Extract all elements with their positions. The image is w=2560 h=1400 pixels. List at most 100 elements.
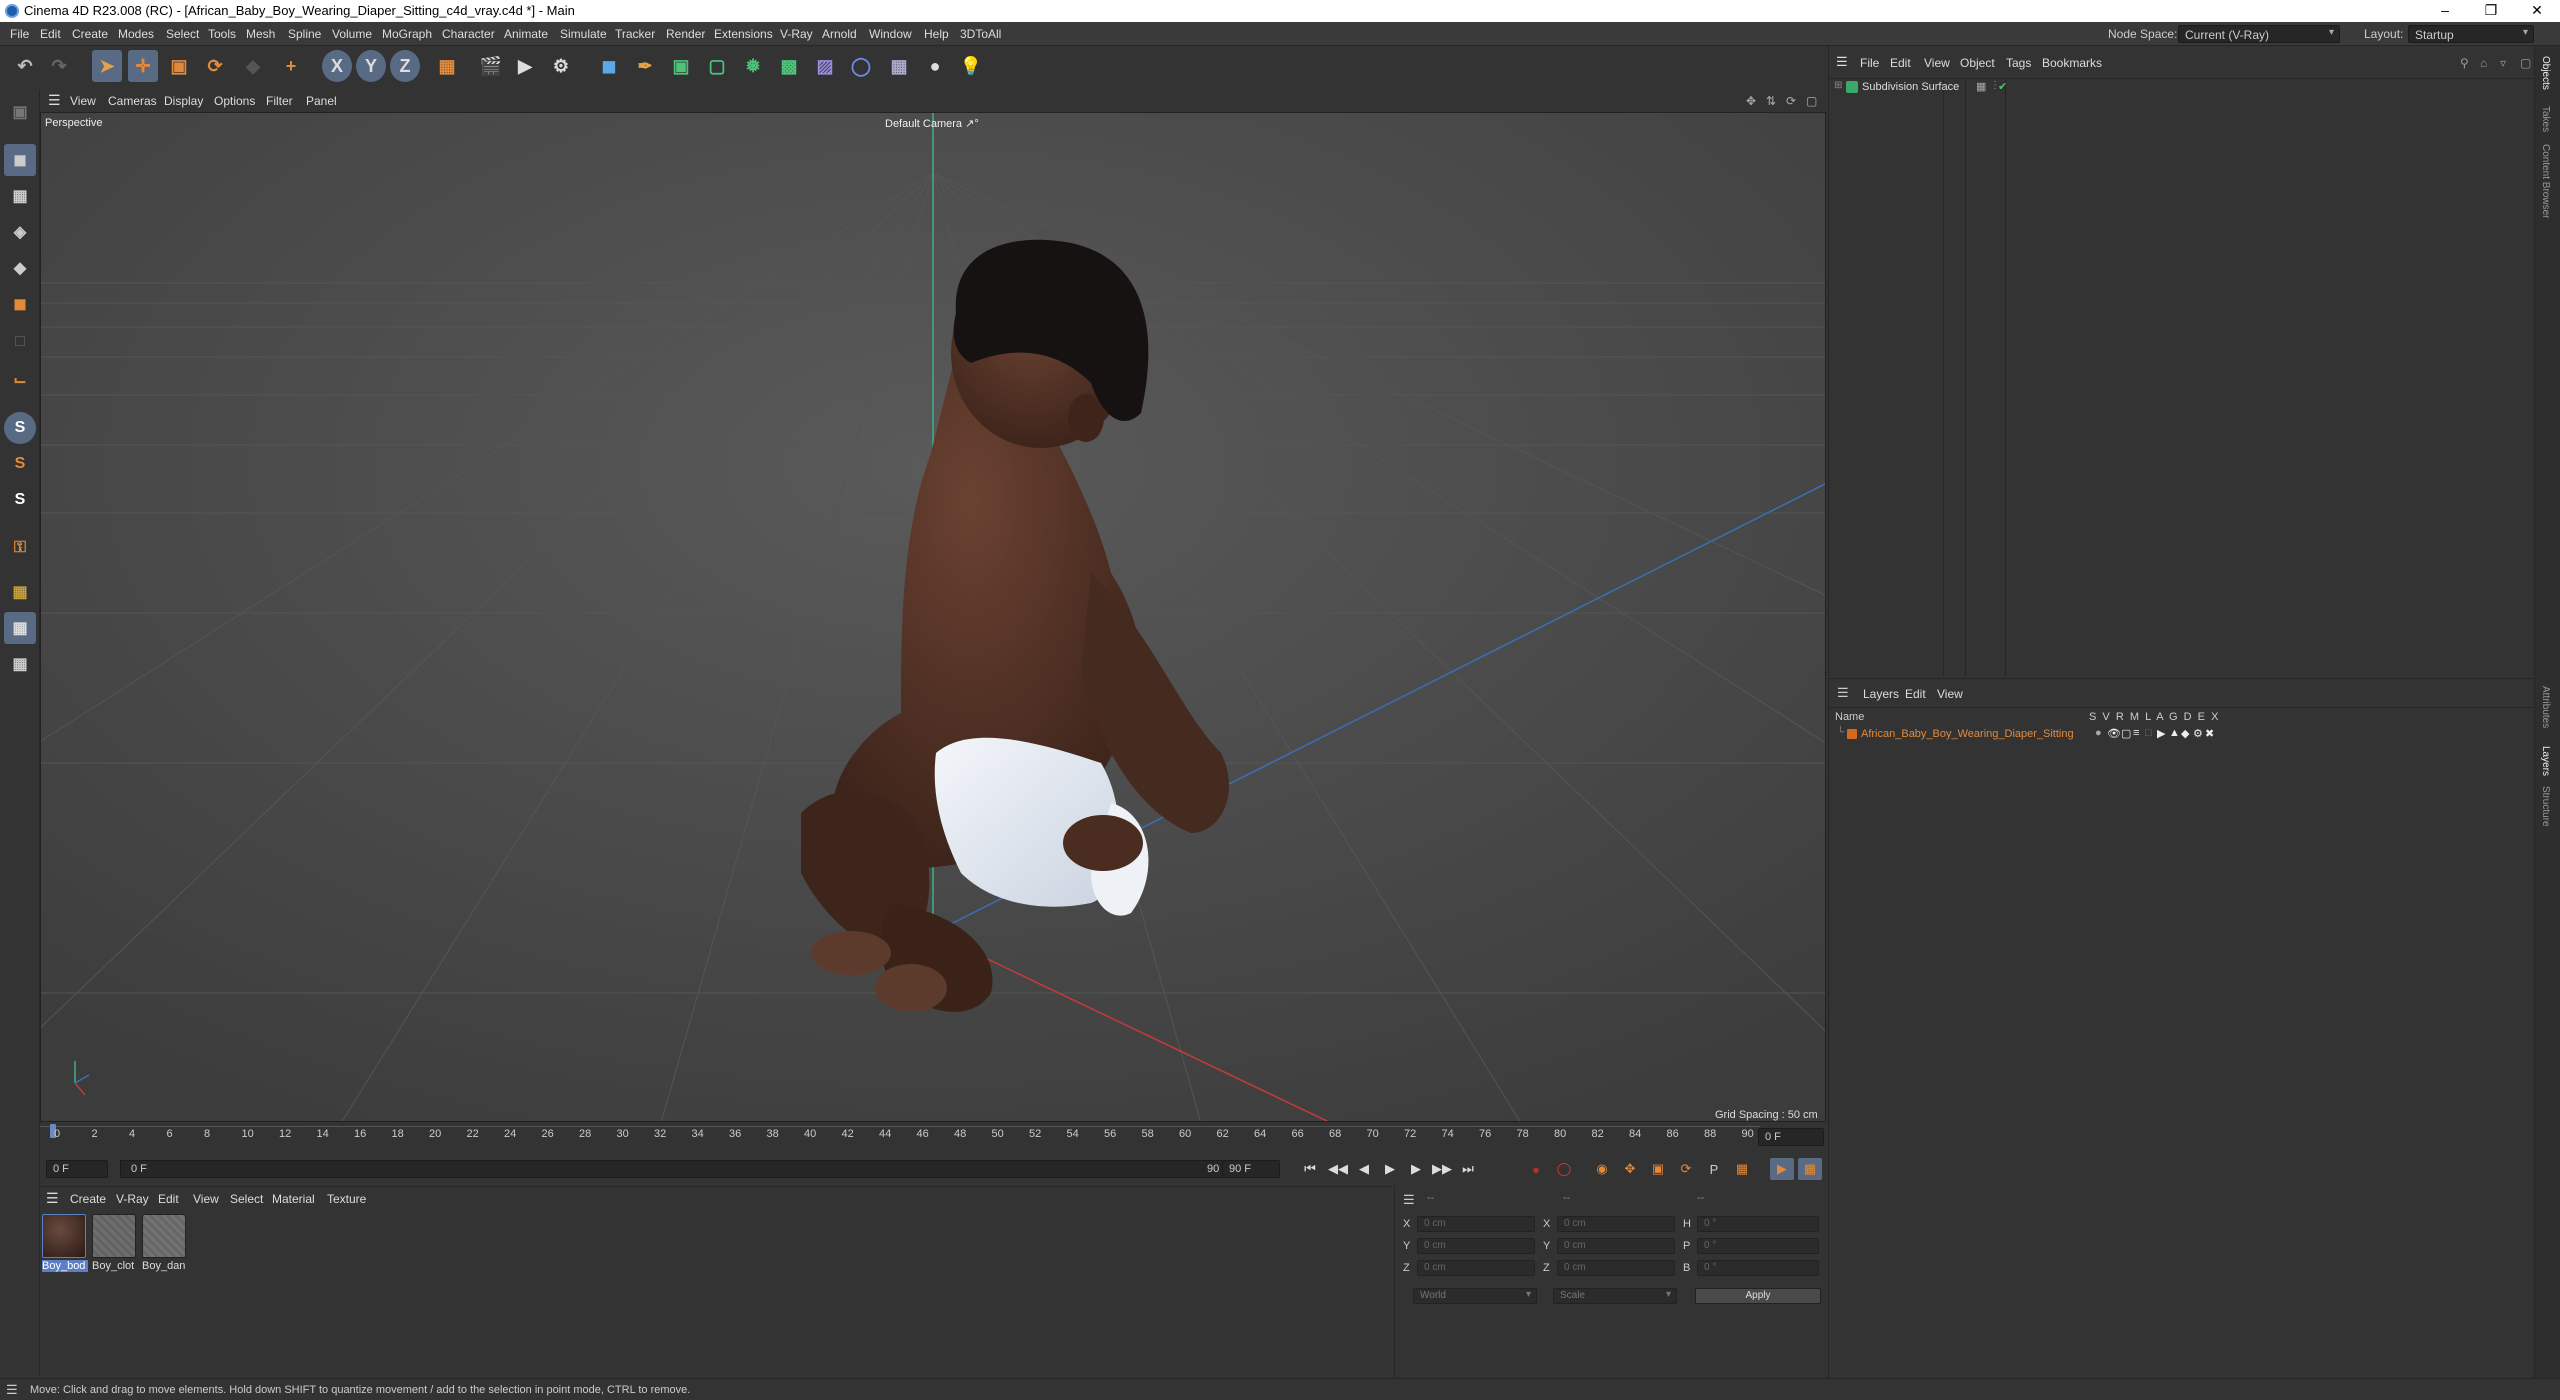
previous-key-icon[interactable]: ◀◀ [1326, 1158, 1350, 1180]
object-menu-view[interactable]: View [1924, 56, 1950, 70]
axis-mode-icon[interactable]: □ [4, 326, 36, 358]
coordinate-space-dropdown[interactable]: World ▾ [1413, 1288, 1537, 1304]
filter-icon[interactable]: ▿ [2500, 56, 2506, 70]
menu-simulate[interactable]: Simulate [560, 27, 607, 41]
size-z-field[interactable]: 0 cm [1557, 1260, 1675, 1276]
menu-arnold[interactable]: Arnold [822, 27, 857, 41]
layer-row[interactable]: └ African_Baby_Boy_Wearing_Diaper_Sittin… [1831, 727, 2531, 743]
camera-label[interactable]: Default Camera ↗° [885, 117, 979, 130]
extrude-icon[interactable]: ▢ [702, 50, 732, 82]
material-label-boy-clothes[interactable]: Boy_clot [92, 1260, 138, 1272]
object-row-subdivision-surface[interactable]: ⊞ Subdivision Surface ▦ ⋮ ✔ [1832, 80, 2532, 96]
object-menu-edit[interactable]: Edit [1890, 56, 1911, 70]
menu-tracker[interactable]: Tracker [615, 27, 655, 41]
start-frame-field[interactable]: 0 F [46, 1160, 108, 1178]
rotate-view-icon[interactable]: ⟳ [1786, 94, 1796, 108]
motion-recording-icon[interactable]: ▶ [1770, 1158, 1794, 1180]
move-icon[interactable]: ✛ [128, 50, 158, 82]
menu-character[interactable]: Character [442, 27, 495, 41]
rot-p-field[interactable]: 0 ° [1697, 1238, 1819, 1254]
material-label-boy-diaper[interactable]: Boy_dan [142, 1260, 188, 1272]
maximize-view-icon[interactable]: ▢ [1806, 94, 1817, 108]
scale-icon[interactable]: ▣ [164, 50, 194, 82]
subdivision-icon[interactable]: ▣ [666, 50, 696, 82]
model-mode-icon[interactable]: ◼ [4, 144, 36, 176]
cloner-icon[interactable]: ❅ [738, 50, 768, 82]
hamburger-icon[interactable]: ☰ [1836, 54, 1848, 70]
viewport-solo-icon[interactable]: ▦ [4, 648, 36, 680]
point-mode-icon[interactable]: ◈ [4, 216, 36, 248]
floor-icon[interactable]: ▦ [884, 50, 914, 82]
menu-render[interactable]: Render [666, 27, 705, 41]
key-rotation-icon[interactable]: ⟳ [1674, 1158, 1698, 1180]
menu-tools[interactable]: Tools [208, 27, 236, 41]
light-icon[interactable]: ● [920, 50, 950, 82]
tab-content-browser[interactable]: Content Browser [2540, 144, 2551, 218]
z-axis-icon[interactable]: Z [390, 50, 420, 82]
cube-icon[interactable]: ◼ [594, 50, 624, 82]
menu-file[interactable]: File [10, 27, 29, 41]
menu-modes[interactable]: Modes [118, 27, 154, 41]
render-view-icon[interactable]: ▶ [510, 50, 540, 82]
menu-spline[interactable]: Spline [288, 27, 321, 41]
rotate-icon[interactable]: ⟳ [200, 50, 230, 82]
viewport-menu-cameras[interactable]: Cameras [108, 94, 157, 108]
viewport-projection-label[interactable]: Perspective [45, 117, 102, 129]
material-swatch-boy-diaper[interactable] [142, 1214, 186, 1258]
layout-dropdown[interactable]: Startup ▾ [2408, 25, 2534, 43]
layer-expressions-icon[interactable]: ⚙ [2193, 727, 2203, 740]
layer-solo-icon[interactable]: ● [2095, 727, 2102, 739]
new-window-icon[interactable]: ▢ [2520, 56, 2531, 70]
menu-3dtoall[interactable]: 3DToAll [960, 27, 1001, 41]
size-y-field[interactable]: 0 cm [1557, 1238, 1675, 1254]
viewport-menu-panel[interactable]: Panel [306, 94, 337, 108]
key-parameter-icon[interactable]: P [1702, 1158, 1726, 1180]
layer-visible-icon[interactable]: 👁 [2107, 727, 2121, 740]
material-menu-view[interactable]: View [193, 1192, 219, 1206]
y-axis-icon[interactable]: Y [356, 50, 386, 82]
tab-layers[interactable]: Layers [2540, 746, 2551, 776]
snap-icon[interactable]: S [4, 412, 36, 444]
menu-create[interactable]: Create [72, 27, 108, 41]
material-menu-create[interactable]: Create [70, 1192, 106, 1206]
snap-settings-icon[interactable]: S [4, 448, 36, 480]
close-icon[interactable]: ✕ [2514, 0, 2560, 22]
camera-icon[interactable]: ◯ [846, 50, 876, 82]
layer-xref-icon[interactable]: ✖ [2205, 727, 2214, 740]
expand-icon[interactable]: ⊞ [1834, 80, 1842, 91]
previous-frame-icon[interactable]: ◀ [1352, 1158, 1376, 1180]
workplane-icon[interactable]: ⌙ [4, 364, 36, 396]
rot-h-field[interactable]: 0 ° [1697, 1216, 1819, 1232]
next-key-icon[interactable]: ▶▶ [1430, 1158, 1454, 1180]
viewport-menu-filter[interactable]: Filter [266, 94, 293, 108]
tab-structure[interactable]: Structure [2540, 786, 2551, 827]
object-menu-object[interactable]: Object [1960, 56, 1995, 70]
layer-menu-layers[interactable]: Layers [1863, 687, 1899, 701]
render-settings-icon[interactable]: ⚙ [546, 50, 576, 82]
viewport-3d[interactable]: Perspective Default Camera ↗° Grid Spaci… [40, 112, 1826, 1122]
home-icon[interactable]: ⌂ [2480, 56, 2487, 70]
layer-manager-icon[interactable]: ≡ [2133, 727, 2139, 739]
minimize-icon[interactable]: – [2422, 0, 2468, 22]
key-position-icon[interactable]: ✥ [1618, 1158, 1642, 1180]
zoom-view-icon[interactable]: ⇅ [1766, 94, 1776, 108]
object-menu-file[interactable]: File [1860, 56, 1879, 70]
layer-render-icon[interactable]: ▢ [2121, 727, 2131, 740]
restore-icon[interactable]: ❐ [2468, 0, 2514, 22]
go-to-end-icon[interactable]: ⏭ [1456, 1158, 1480, 1180]
layer-name[interactable]: African_Baby_Boy_Wearing_Diaper_Sitting [1861, 728, 2074, 740]
pos-z-field[interactable]: 0 cm [1417, 1260, 1535, 1276]
menu-volume[interactable]: Volume [332, 27, 372, 41]
pan-view-icon[interactable]: ✥ [1746, 94, 1756, 108]
object-menu-tags[interactable]: Tags [2006, 56, 2031, 70]
play-icon[interactable]: ▶ [1378, 1158, 1402, 1180]
layer-generators-icon[interactable]: ▲ [2169, 727, 2180, 739]
texture-mode-icon[interactable]: ▦ [4, 180, 36, 212]
menu-help[interactable]: Help [924, 27, 949, 41]
undo-icon[interactable]: ↶ [10, 50, 40, 82]
layer-menu-edit[interactable]: Edit [1905, 687, 1926, 701]
rot-b-field[interactable]: 0 ° [1697, 1260, 1819, 1276]
recent-tool-icon[interactable]: ◆ [238, 50, 268, 82]
timeline-window-icon[interactable]: ▦ [1798, 1158, 1822, 1180]
material-menu-texture[interactable]: Texture [327, 1192, 366, 1206]
